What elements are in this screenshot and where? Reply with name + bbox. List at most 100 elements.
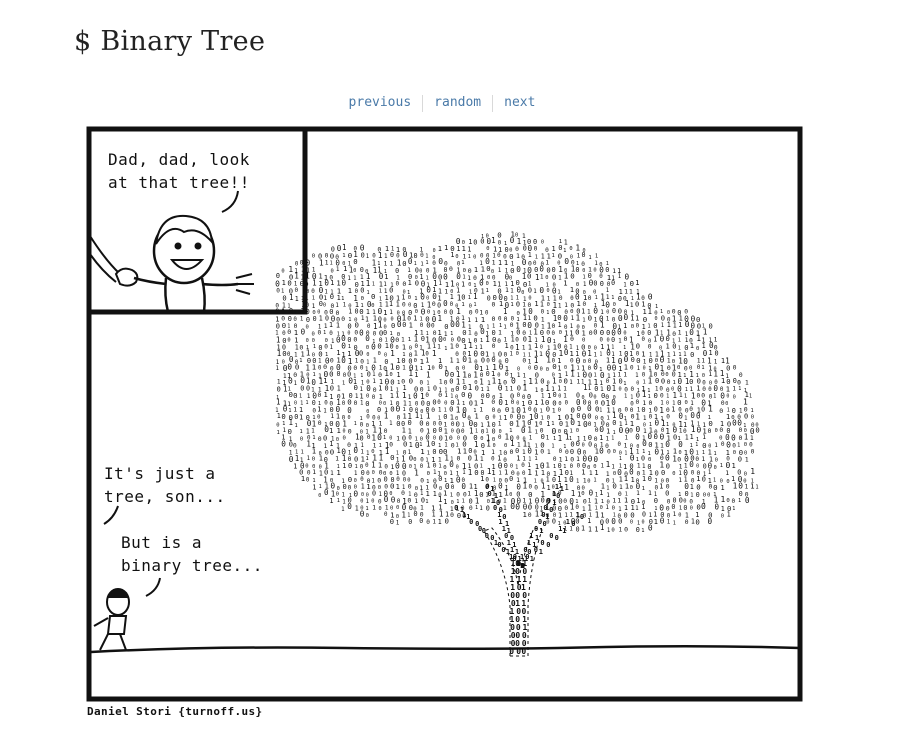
binary-digit: 0 <box>485 310 489 316</box>
binary-digit: 1 <box>474 317 478 324</box>
binary-digit: 1 <box>581 525 585 533</box>
binary-digit: 1 <box>600 343 604 351</box>
binary-digit: 1 <box>427 301 432 310</box>
binary-digit: 0 <box>475 385 479 393</box>
binary-digit: 1 <box>390 392 394 400</box>
binary-digit: 0 <box>499 429 502 435</box>
binary-digit: 1 <box>713 370 718 379</box>
binary-digit: 1 <box>624 288 628 296</box>
binary-digit: 1 <box>372 503 376 511</box>
binary-digit: 0 <box>619 377 623 385</box>
binary-digit: 0 <box>660 334 665 343</box>
binary-digit: 0 <box>306 385 310 393</box>
binary-digit: 0 <box>384 428 388 435</box>
binary-digit: 1 <box>324 390 328 399</box>
binary-digit: 1 <box>569 525 573 532</box>
binary-digit: 0 <box>343 428 346 434</box>
binary-digit: 0 <box>575 266 579 274</box>
binary-digit: 1 <box>277 412 281 420</box>
binary-digit: 0 <box>611 517 616 526</box>
bubble-line: tree, son... <box>104 487 226 506</box>
binary-digit: 0 <box>360 422 364 429</box>
binary-digit: 0 <box>509 475 513 483</box>
binary-digit: 0 <box>365 399 369 408</box>
binary-digit: 1 <box>425 254 428 260</box>
binary-digit: 1 <box>505 342 509 350</box>
binary-digit: 1 <box>300 429 303 435</box>
binary-digit: 1 <box>384 272 388 281</box>
binary-digit: 1 <box>420 366 423 372</box>
binary-digit: 1 <box>708 370 712 378</box>
binary-digit: 1 <box>721 495 726 504</box>
binary-digit: 1 <box>462 470 466 476</box>
binary-digit: 1 <box>301 474 305 483</box>
binary-digit: 1 <box>295 423 298 429</box>
next-link[interactable]: next <box>493 95 546 112</box>
binary-digit: 1 <box>486 288 489 294</box>
binary-digit: 0 <box>306 477 310 483</box>
binary-digit: 1 <box>337 498 340 504</box>
binary-digit: 0 <box>605 517 609 525</box>
binary-digit: 0 <box>631 356 635 364</box>
binary-digit: 0 <box>600 280 604 288</box>
binary-digit: 1 <box>618 507 622 513</box>
random-link[interactable]: random <box>423 95 492 112</box>
binary-digit: 0 <box>569 475 574 484</box>
binary-digit: 1 <box>564 512 568 519</box>
binary-digit: 0 <box>708 387 712 393</box>
binary-digit: 1 <box>697 358 701 365</box>
binary-digit: 0 <box>624 313 629 322</box>
binary-digit: 1 <box>690 433 694 441</box>
binary-digit: 0 <box>678 513 681 519</box>
binary-digit: 0 <box>672 471 675 477</box>
binary-digit: 1 <box>433 490 437 498</box>
binary-digit: 1 <box>738 386 741 392</box>
binary-digit: 1 <box>462 499 465 505</box>
binary-digit: 1 <box>379 280 383 288</box>
binary-digit: 0 <box>281 440 286 449</box>
binary-digit: 0 <box>324 278 329 287</box>
binary-digit: 0 <box>295 287 299 294</box>
binary-digit: 1 <box>540 274 544 281</box>
binary-digit: 0 <box>589 488 594 497</box>
binary-digit: 0 <box>565 400 569 406</box>
binary-digit: 0 <box>282 321 286 330</box>
binary-digit: 0 <box>540 447 544 455</box>
binary-digit: 1 <box>576 456 580 463</box>
binary-digit: 1 <box>528 377 533 386</box>
binary-digit: 0 <box>509 647 514 656</box>
binary-digit: 1 <box>492 259 496 267</box>
binary-digit: 1 <box>611 345 614 351</box>
binary-digit: 0 <box>492 407 496 414</box>
binary-digit: 1 <box>606 288 610 294</box>
binary-digit: 0 <box>678 440 683 449</box>
binary-digit: 0 <box>635 301 639 309</box>
binary-digit: 1 <box>564 238 568 246</box>
binary-digit: 1 <box>589 470 593 477</box>
binary-digit: 0 <box>413 392 418 401</box>
binary-digit: 1 <box>474 302 477 308</box>
binary-digit: 0 <box>582 443 585 449</box>
binary-digit: 0 <box>289 307 293 315</box>
binary-digit: 0 <box>473 420 477 429</box>
binary-digit: 1 <box>462 274 465 280</box>
binary-digit: 0 <box>414 252 418 260</box>
binary-digit: 0 <box>702 373 705 379</box>
binary-digit: 0 <box>642 510 646 518</box>
binary-digit: 0 <box>505 405 509 414</box>
binary-digit: 1 <box>612 384 617 393</box>
binary-digit: 1 <box>457 245 461 253</box>
binary-digit: 1 <box>690 341 694 350</box>
binary-digit: 1 <box>379 288 382 294</box>
binary-digit: 1 <box>587 517 591 525</box>
binary-digit: 0 <box>324 401 328 407</box>
binary-digit: 1 <box>426 371 431 380</box>
binary-digit: 1 <box>659 482 663 491</box>
previous-link[interactable]: previous <box>338 95 423 112</box>
binary-digit: 0 <box>426 519 430 526</box>
binary-digit: 1 <box>750 434 754 442</box>
binary-digit: 0 <box>293 391 297 400</box>
binary-digit: 1 <box>468 254 471 260</box>
binary-digit: 1 <box>517 575 522 584</box>
binary-digit: 0 <box>570 336 574 343</box>
